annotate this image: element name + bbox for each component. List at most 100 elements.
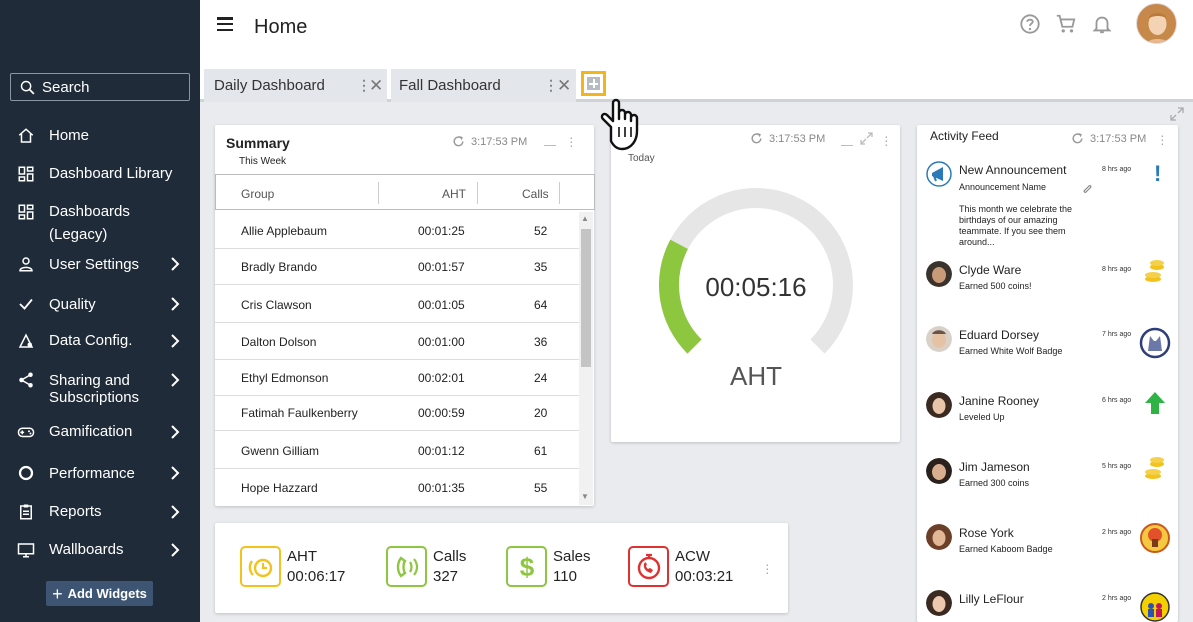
minimize-icon[interactable] [544, 145, 556, 146]
avatar [926, 590, 952, 616]
chevron-right-icon [170, 422, 182, 442]
table-row[interactable]: Allie Applebaum 00:01:25 52 [215, 212, 579, 249]
wolf-badge-icon [1139, 327, 1171, 359]
coins-icon [1145, 260, 1164, 282]
feed-desc: Earned Kaboom Badge [959, 544, 1053, 554]
feed-name: Eduard Dorsey [959, 328, 1040, 342]
avatar [926, 458, 952, 484]
refresh-icon[interactable] [750, 132, 763, 145]
sidebar-item-label-line2: (Legacy) [49, 226, 108, 243]
feed-desc: Announcement Name [959, 182, 1047, 192]
row-calls: 36 [534, 335, 548, 349]
gauge-value: 00:05:16 [705, 272, 807, 302]
kpi-sales[interactable]: $ Sales 110 [506, 546, 591, 587]
cart-icon[interactable] [1055, 13, 1077, 35]
row-name: Bradly Brando [241, 260, 318, 274]
chevron-right-icon [170, 294, 182, 314]
feed-item[interactable]: Rose York Earned Kaboom Badge 2 hrs ago [917, 523, 1178, 574]
card-menu-icon[interactable]: · · · [765, 557, 770, 579]
chevron-right-icon [170, 502, 182, 522]
kpi-calls[interactable]: Calls 327 [386, 546, 466, 587]
refresh-icon[interactable] [1071, 132, 1084, 145]
card-menu-icon[interactable]: · · · [569, 130, 574, 152]
gauge-period: Today [628, 153, 655, 164]
table-row[interactable]: Dalton Dolson 00:01:00 36 [215, 323, 579, 360]
table-row[interactable]: Fatimah Faulkenberry 00:00:59 20 [215, 394, 579, 431]
tab-bar: Daily Dashboard ⋮ ✕ Fall Dashboard ⋮ ✕ [200, 65, 1193, 102]
add-widgets-button[interactable]: + Add Widgets [46, 581, 153, 606]
expand-icon[interactable] [1170, 107, 1184, 121]
row-calls: 24 [534, 371, 548, 385]
minimize-icon[interactable] [841, 145, 853, 146]
scrollbar-thumb[interactable] [581, 229, 591, 367]
feed-item[interactable]: Janine Rooney Leveled Up 6 hrs ago [917, 392, 1178, 442]
search-box[interactable]: Search [10, 73, 190, 101]
table-row[interactable]: Bradly Brando 00:01:57 35 [215, 248, 579, 285]
kpi-value: 327 [433, 567, 459, 585]
table-row[interactable]: Gwenn Gilliam 00:01:12 61 [215, 432, 579, 469]
table-row[interactable]: Hope Hazzard 00:01:35 55 [215, 469, 579, 506]
data-config-icon [16, 331, 36, 351]
feed-item[interactable]: Clyde Ware Earned 500 coins! 8 hrs ago [917, 260, 1178, 311]
tab-daily-dashboard[interactable]: Daily Dashboard ⋮ ✕ [204, 69, 387, 102]
card-menu-icon[interactable]: · · · [1160, 128, 1165, 150]
header: Home [200, 0, 1193, 65]
svg-text:$: $ [519, 552, 534, 582]
tab-fall-dashboard[interactable]: Fall Dashboard ⋮ ✕ [391, 69, 576, 102]
row-aht: 00:01:05 [418, 298, 465, 312]
row-name: Ethyl Edmonson [241, 371, 329, 385]
sidebar-item-label: Dashboards [49, 203, 130, 220]
table-row[interactable]: Ethyl Edmonson 00:02:01 24 [215, 359, 579, 396]
feed-name: Jim Jameson [959, 460, 1030, 474]
feed-item[interactable]: Jim Jameson Earned 300 coins 5 hrs ago [917, 457, 1178, 508]
tab-menu-icon[interactable]: ⋮ [544, 77, 558, 94]
column-header-calls[interactable]: Calls [522, 187, 549, 201]
feed-timestamp: 3:17:53 PM [1090, 132, 1147, 145]
kpi-aht[interactable]: AHT 00:06:17 [240, 546, 345, 587]
row-calls: 64 [534, 298, 548, 312]
help-icon[interactable] [1019, 13, 1041, 35]
column-header-aht[interactable]: AHT [442, 187, 466, 201]
feed-name: New Announcement [959, 163, 1067, 177]
card-menu-icon[interactable]: · · · [884, 129, 889, 151]
share-icon [16, 370, 36, 390]
team-badge-icon [1140, 592, 1170, 622]
feed-time: 7 hrs ago [1102, 331, 1132, 338]
hamburger-menu-icon[interactable] [217, 17, 233, 31]
sidebar-item-label: User Settings [49, 256, 140, 273]
kpi-value: 00:06:17 [287, 567, 346, 585]
monitor-icon [16, 540, 36, 560]
scroll-down-icon[interactable]: ▼ [581, 492, 589, 501]
add-tab-button[interactable] [581, 71, 606, 96]
megaphone-icon [926, 161, 952, 187]
kpi-card: AHT 00:06:17 Calls 327 $ Sales 110 ACW 00:03… [215, 523, 788, 613]
avatar [926, 261, 952, 287]
table-row[interactable]: Cris Clawson 00:01:05 64 [215, 286, 579, 323]
refresh-icon[interactable] [452, 135, 465, 148]
scroll-up-icon[interactable]: ▲ [581, 214, 589, 223]
row-name: Allie Applebaum [241, 224, 328, 238]
feed-item[interactable]: Lilly LeFlour 2 hrs ago [917, 590, 1178, 622]
expand-icon[interactable] [859, 131, 874, 146]
row-name: Cris Clawson [241, 298, 312, 312]
bell-icon[interactable] [1091, 13, 1113, 35]
gauge-card: Today 3:17:53 PM · · · 00:05:16 AHT [611, 125, 900, 442]
add-widgets-label: Add Widgets [67, 586, 147, 601]
activity-feed-card: Activity Feed 3:17:53 PM · · · New Announc… [917, 125, 1178, 622]
row-calls: 61 [534, 444, 548, 458]
user-avatar[interactable] [1136, 3, 1177, 44]
feed-time: 6 hrs ago [1102, 397, 1132, 404]
feed-name: Clyde Ware [959, 263, 1022, 277]
attachment-icon[interactable] [1081, 183, 1093, 195]
row-aht: 00:01:12 [418, 444, 465, 458]
phone-icon [386, 546, 427, 587]
column-header-group[interactable]: Group [241, 187, 274, 201]
kpi-acw[interactable]: ACW 00:03:21 [628, 546, 733, 587]
close-icon[interactable]: ✕ [557, 76, 571, 96]
feed-announcement[interactable]: New Announcement Announcement Name 8 hrs… [917, 161, 1178, 251]
feed-item[interactable]: Eduard Dorsey Earned White Wolf Badge 7 … [917, 326, 1178, 376]
close-icon[interactable]: ✕ [369, 76, 383, 96]
search-input[interactable]: Search [42, 79, 90, 96]
gauge-label: AHT [730, 361, 782, 391]
sidebar-item-label: Performance [49, 465, 135, 482]
